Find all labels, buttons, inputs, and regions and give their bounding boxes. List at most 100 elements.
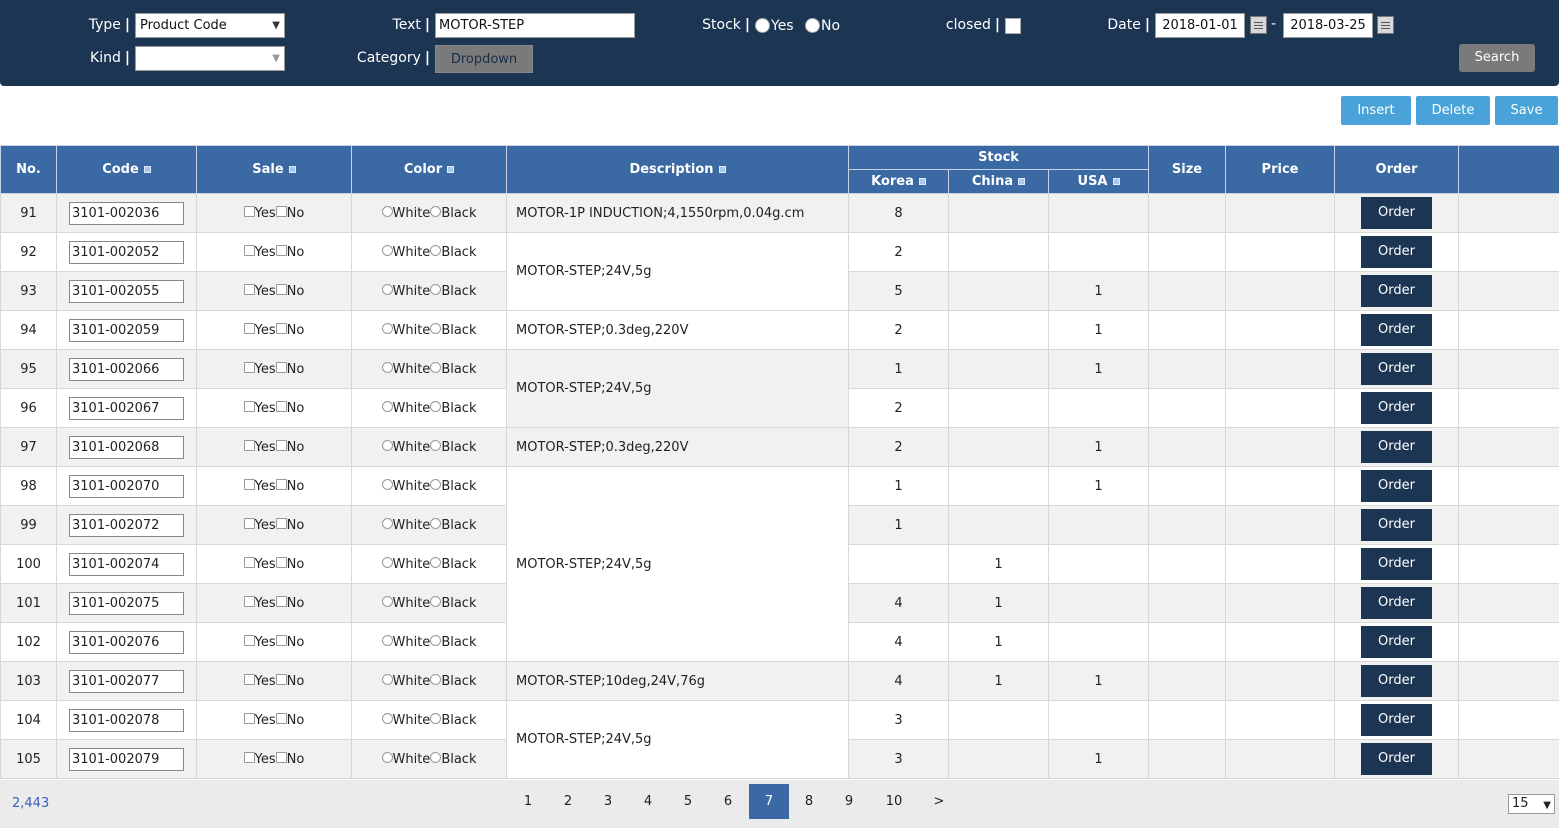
color-white-radio[interactable] — [381, 400, 393, 412]
page-link-4[interactable]: 4 — [628, 784, 668, 819]
color-white-radio[interactable] — [381, 712, 393, 724]
order-button[interactable]: Order — [1361, 587, 1433, 619]
sort-icon[interactable] — [1112, 178, 1120, 185]
page-link-3[interactable]: 3 — [588, 784, 628, 819]
page-link-9[interactable]: 9 — [829, 784, 869, 819]
delete-button[interactable]: Delete — [1416, 96, 1490, 125]
color-black-radio[interactable] — [430, 400, 442, 412]
date-from-input[interactable]: 2018-01-01 — [1155, 13, 1245, 38]
code-input[interactable]: 3101-002076 — [69, 630, 184, 654]
sale-no-checkbox[interactable] — [275, 439, 287, 451]
kind-select[interactable]: ▼ — [135, 46, 285, 71]
color-white-radio[interactable] — [381, 673, 393, 685]
order-button[interactable]: Order — [1361, 665, 1433, 697]
order-button[interactable]: Order — [1361, 704, 1433, 736]
color-black-radio[interactable] — [430, 712, 442, 724]
color-black-radio[interactable] — [430, 205, 442, 217]
sale-no-checkbox[interactable] — [275, 517, 287, 529]
order-button[interactable]: Order — [1361, 509, 1433, 541]
page-link-6[interactable]: 6 — [708, 784, 748, 819]
page-link-10[interactable]: 10 — [874, 784, 914, 819]
sale-no-checkbox[interactable] — [275, 478, 287, 490]
order-button[interactable]: Order — [1361, 548, 1433, 580]
page-link-8[interactable]: 8 — [789, 784, 829, 819]
sale-yes-checkbox[interactable] — [243, 478, 255, 490]
color-black-radio[interactable] — [430, 361, 442, 373]
column-header-korea[interactable]: Korea — [848, 169, 949, 194]
page-link-2[interactable]: 2 — [548, 784, 588, 819]
stock-no-radio[interactable]: No — [805, 18, 840, 34]
sale-yes-checkbox[interactable] — [243, 400, 255, 412]
color-black-radio[interactable] — [430, 322, 442, 334]
order-button[interactable]: Order — [1361, 392, 1433, 424]
sale-yes-checkbox[interactable] — [243, 439, 255, 451]
sale-no-checkbox[interactable] — [275, 361, 287, 373]
page-link-5[interactable]: 5 — [668, 784, 708, 819]
sale-no-checkbox[interactable] — [275, 751, 287, 763]
column-header-color[interactable]: Color — [351, 145, 507, 194]
column-header-code[interactable]: Code — [56, 145, 197, 194]
type-select[interactable]: Product Code ▼ — [135, 13, 285, 38]
sale-yes-checkbox[interactable] — [243, 517, 255, 529]
code-input[interactable]: 3101-002074 — [69, 552, 184, 576]
code-input[interactable]: 3101-002055 — [69, 279, 184, 303]
next-page-button[interactable]: > — [919, 784, 959, 819]
code-input[interactable]: 3101-002066 — [69, 357, 184, 381]
sort-icon[interactable] — [447, 166, 455, 173]
color-black-radio[interactable] — [430, 595, 442, 607]
sale-no-checkbox[interactable] — [275, 322, 287, 334]
order-button[interactable]: Order — [1361, 275, 1433, 307]
sale-yes-checkbox[interactable] — [243, 556, 255, 568]
color-black-radio[interactable] — [430, 751, 442, 763]
sort-icon[interactable] — [718, 166, 726, 173]
color-black-radio[interactable] — [430, 244, 442, 256]
sale-yes-checkbox[interactable] — [243, 595, 255, 607]
sale-no-checkbox[interactable] — [275, 556, 287, 568]
color-white-radio[interactable] — [381, 283, 393, 295]
sale-yes-checkbox[interactable] — [243, 244, 255, 256]
code-input[interactable]: 3101-002072 — [69, 513, 184, 537]
sort-icon[interactable] — [288, 166, 296, 173]
color-black-radio[interactable] — [430, 556, 442, 568]
page-size-select[interactable]: 15 ▼ — [1508, 794, 1555, 814]
sort-icon[interactable] — [1018, 178, 1026, 185]
code-input[interactable]: 3101-002079 — [69, 747, 184, 771]
color-white-radio[interactable] — [381, 322, 393, 334]
sale-no-checkbox[interactable] — [275, 595, 287, 607]
order-button[interactable]: Order — [1361, 353, 1433, 385]
search-button[interactable]: Search — [1459, 44, 1535, 72]
page-link-7[interactable]: 7 — [749, 784, 789, 819]
order-button[interactable]: Order — [1361, 626, 1433, 658]
order-button[interactable]: Order — [1361, 314, 1433, 346]
order-button[interactable]: Order — [1361, 470, 1433, 502]
code-input[interactable]: 3101-002070 — [69, 474, 184, 498]
column-header-china[interactable]: China — [948, 169, 1049, 194]
color-white-radio[interactable] — [381, 595, 393, 607]
closed-checkbox[interactable] — [1005, 18, 1021, 34]
column-header-description[interactable]: Description — [506, 145, 849, 194]
stock-yes-radio[interactable]: Yes — [755, 18, 794, 34]
sale-no-checkbox[interactable] — [275, 244, 287, 256]
color-white-radio[interactable] — [381, 478, 393, 490]
sale-no-checkbox[interactable] — [275, 205, 287, 217]
sale-no-checkbox[interactable] — [275, 673, 287, 685]
color-black-radio[interactable] — [430, 439, 442, 451]
code-input[interactable]: 3101-002078 — [69, 708, 184, 732]
sale-yes-checkbox[interactable] — [243, 205, 255, 217]
order-button[interactable]: Order — [1361, 431, 1433, 463]
sale-yes-checkbox[interactable] — [243, 673, 255, 685]
order-button[interactable]: Order — [1361, 197, 1433, 229]
column-header-sale[interactable]: Sale — [196, 145, 352, 194]
calendar-icon[interactable] — [1250, 16, 1267, 34]
column-header-price[interactable]: Price — [1225, 145, 1336, 194]
date-to-input[interactable]: 2018-03-25 — [1283, 13, 1373, 38]
code-input[interactable]: 3101-002036 — [69, 201, 184, 225]
sale-yes-checkbox[interactable] — [243, 634, 255, 646]
sort-icon[interactable] — [143, 166, 151, 173]
sale-no-checkbox[interactable] — [275, 712, 287, 724]
sale-no-checkbox[interactable] — [275, 634, 287, 646]
color-white-radio[interactable] — [381, 556, 393, 568]
column-header-usa[interactable]: USA — [1047, 169, 1150, 194]
color-black-radio[interactable] — [430, 283, 442, 295]
color-white-radio[interactable] — [381, 517, 393, 529]
